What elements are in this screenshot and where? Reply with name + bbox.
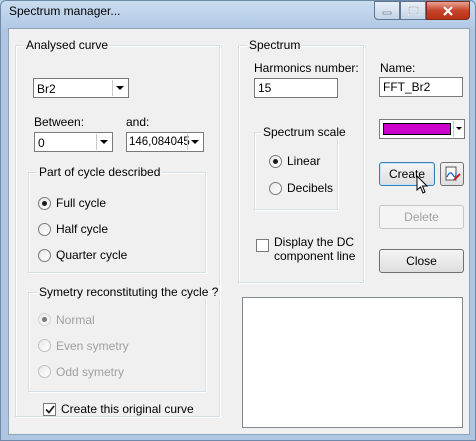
spectrum-group-label: Spectrum	[247, 38, 303, 52]
quarter-cycle-radio[interactable]	[38, 249, 51, 262]
close-icon	[443, 5, 453, 16]
dc-line-checkbox[interactable]	[256, 239, 269, 252]
spectrum-manager-window: Spectrum manager... Analysed curve Br2 B…	[0, 0, 476, 441]
title-bar[interactable]: Spectrum manager...	[1, 1, 475, 27]
name-input-value: FFT_Br2	[383, 80, 431, 94]
decibels-label: Decibels	[287, 181, 334, 195]
part-of-cycle-group: Part of cycle described Full cycle Half …	[28, 165, 206, 273]
between-label: Between:	[34, 115, 85, 129]
name-input[interactable]: FFT_Br2	[379, 77, 463, 97]
close-button[interactable]: Close	[379, 249, 464, 273]
spectrum-group: Spectrum Harmonics number: 15 Spectrum s…	[238, 38, 364, 283]
minimize-button[interactable]	[374, 1, 400, 20]
window-title: Spectrum manager...	[9, 4, 121, 18]
symetry-group-label: Symetry reconstituting the cycle ?	[37, 285, 221, 299]
minimize-icon	[382, 11, 392, 14]
delete-button[interactable]: Delete	[379, 205, 464, 229]
harmonics-input-value: 15	[258, 81, 272, 95]
color-picker-select[interactable]	[379, 119, 465, 139]
chart-edit-icon	[445, 166, 461, 181]
create-original-checkbox[interactable]	[43, 403, 56, 416]
harmonics-input[interactable]: 15	[254, 78, 338, 98]
quarter-cycle-label: Quarter cycle	[56, 248, 128, 262]
full-cycle-label: Full cycle	[56, 196, 107, 210]
checkmark-icon	[44, 405, 55, 414]
chevron-down-icon	[187, 134, 202, 150]
linear-label: Linear	[287, 154, 321, 168]
chevron-down-icon	[96, 134, 111, 150]
maximize-icon	[407, 6, 419, 15]
and-select[interactable]: 146,084045	[126, 132, 204, 152]
and-select-value: 146,084045	[129, 136, 190, 148]
spectrum-scale-group: Spectrum scale Linear Decibels	[254, 125, 348, 210]
odd-symetry-radio[interactable]	[38, 365, 51, 378]
curve-select[interactable]: Br2	[33, 78, 129, 98]
decibels-radio[interactable]	[269, 182, 282, 195]
harmonics-label: Harmonics number:	[254, 61, 359, 75]
normal-label: Normal	[56, 313, 95, 327]
between-select[interactable]: 0	[34, 132, 113, 152]
curves-listbox[interactable]	[242, 297, 463, 428]
half-cycle-label: Half cycle	[56, 222, 109, 236]
dc-line-label-line1: Display the DC	[274, 235, 355, 249]
odd-symetry-label: Odd symetry	[56, 365, 125, 379]
delete-button-label: Delete	[404, 210, 439, 224]
name-label: Name:	[380, 61, 416, 75]
color-swatch	[383, 123, 451, 135]
curve-edit-button[interactable]	[440, 162, 464, 186]
and-label: and:	[126, 115, 150, 129]
normal-radio[interactable]	[38, 313, 51, 326]
chevron-down-icon	[112, 80, 127, 96]
close-button-label: Close	[406, 254, 437, 268]
half-cycle-radio[interactable]	[38, 223, 51, 236]
spectrum-scale-group-label: Spectrum scale	[261, 125, 348, 139]
create-original-label: Create this original curve	[61, 402, 194, 416]
even-symetry-radio[interactable]	[38, 339, 51, 352]
part-of-cycle-group-label: Part of cycle described	[37, 165, 163, 179]
curve-select-value: Br2	[37, 82, 56, 96]
dialog-client-area: Analysed curve Br2 Between: 0 and: 146,0…	[8, 28, 470, 435]
close-window-button[interactable]	[426, 1, 470, 20]
mouse-cursor-icon	[416, 175, 429, 194]
analysed-curve-group: Analysed curve Br2 Between: 0 and: 146,0…	[15, 38, 221, 417]
symetry-group: Symetry reconstituting the cycle ? Norma…	[28, 285, 221, 392]
full-cycle-radio[interactable]	[38, 197, 51, 210]
between-select-value: 0	[38, 136, 45, 150]
chevron-down-icon	[453, 121, 463, 137]
dc-line-label-line2: component line	[274, 249, 356, 263]
linear-radio[interactable]	[269, 155, 282, 168]
analysed-curve-group-label: Analysed curve	[24, 38, 111, 52]
maximize-button[interactable]	[400, 1, 426, 20]
even-symetry-label: Even symetry	[56, 339, 129, 353]
